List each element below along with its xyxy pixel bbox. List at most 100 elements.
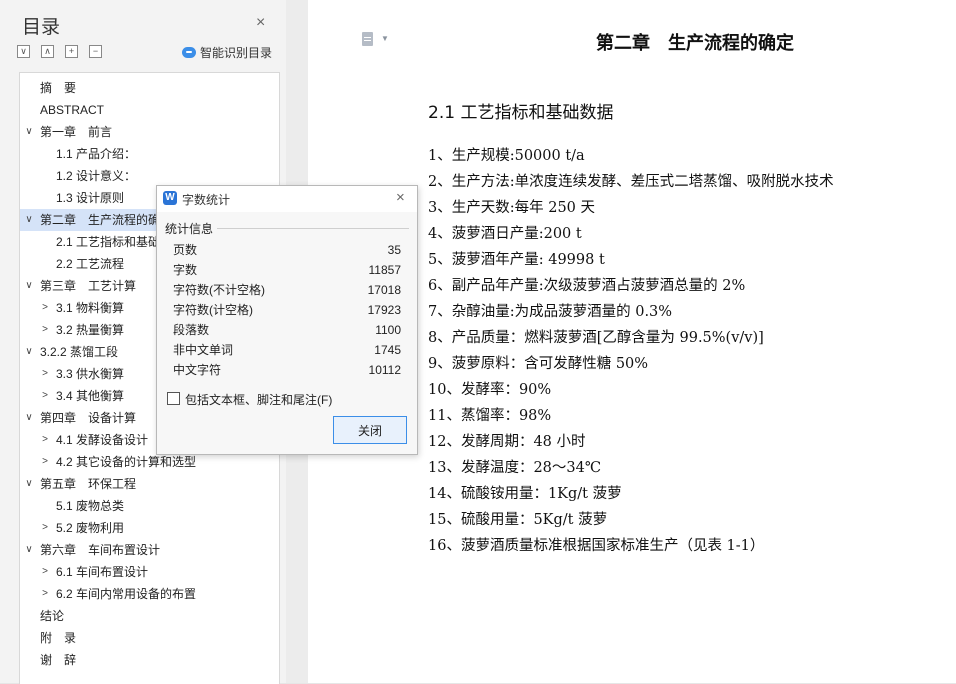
close-button[interactable]: 关闭 (333, 416, 407, 444)
chevron-right-icon[interactable]: > (40, 385, 50, 407)
document-line: 8、产品质量：燃料菠萝酒[乙醇含量为 99.5%(v/v)] (428, 330, 764, 346)
toc-item-label: 1.1 产品介绍： (56, 147, 137, 161)
toc-item-label: 3.1 物料衡算 (56, 301, 125, 315)
document-line: 12、发酵周期：48 小时 (428, 434, 586, 450)
toc-item-label: 第五章 环保工程 (40, 477, 137, 491)
smart-toc-label: 智能识别目录 (200, 46, 273, 60)
chevron-down-icon[interactable]: ∨ (24, 341, 34, 363)
include-textbox-checkbox[interactable] (167, 392, 180, 405)
document-line: 6、副产品年产量:次级菠萝酒占菠萝酒总量的 2% (428, 278, 746, 294)
toc-item-label: 3.2 热量衡算 (56, 323, 125, 337)
smart-toc-button[interactable]: 智能识别目录 (182, 44, 272, 61)
stat-value: 11857 (368, 263, 401, 277)
chevron-right-icon[interactable]: > (40, 583, 50, 605)
toc-item[interactable]: 附 录 (20, 627, 279, 649)
toc-item-label: 3.3 供水衡算 (56, 367, 125, 381)
expand-all-icon[interactable]: ∨ (17, 45, 30, 58)
document-line: 10、发酵率：90% (428, 382, 552, 398)
chevron-down-icon[interactable]: ∨ (24, 209, 34, 231)
chevron-down-icon[interactable]: ∨ (24, 539, 34, 561)
toc-item[interactable]: ∨ 第五章 环保工程 (20, 473, 279, 495)
stat-value: 35 (387, 243, 401, 257)
chapter-title: 第二章 生产流程的确定 (596, 33, 794, 54)
document-line: 13、发酵温度：28～34℃ (428, 460, 602, 476)
toc-item-label: 第六章 车间布置设计 (40, 543, 161, 557)
toc-item-label: 谢 辞 (40, 653, 77, 667)
document-line: 14、硫酸铵用量：1Kg/t 菠萝 (428, 486, 622, 502)
toc-item[interactable]: 摘 要 (20, 77, 279, 99)
toc-item-label: 6.1 车间布置设计 (56, 565, 149, 579)
chevron-right-icon[interactable]: > (40, 561, 50, 583)
chevron-down-icon[interactable]: ∨ (24, 473, 34, 495)
sidebar-title: 目录 (22, 17, 61, 38)
stat-row: 字数 11857 (173, 260, 401, 280)
add-heading-icon[interactable]: + (65, 45, 78, 58)
chevron-down-icon[interactable]: ∨ (24, 275, 34, 297)
document-line: 16、菠萝酒质量标准根据国家标准生产（见表 1-1） (428, 538, 765, 554)
toc-item[interactable]: ∨ 第六章 车间布置设计 (20, 539, 279, 561)
chevron-down-icon[interactable]: ∨ (24, 121, 34, 143)
chevron-right-icon[interactable]: > (40, 429, 50, 451)
toc-item-label: ABSTRACT (40, 103, 105, 117)
stat-label: 字符数(不计空格) (173, 283, 265, 297)
stat-value: 10112 (368, 363, 401, 377)
toc-item[interactable]: >6.1 车间布置设计 (20, 561, 279, 583)
stat-label: 字数 (173, 263, 198, 277)
toc-item-label: 3.4 其他衡算 (56, 389, 125, 403)
word-count-dialog: W 字数统计 × 统计信息 页数 35 字数 11857 字符数(不计空格) 17018 字… (156, 185, 418, 455)
document-line: 5、菠萝酒年产量: 49998 t (428, 252, 605, 268)
include-textbox-label[interactable]: 包括文本框、脚注和尾注(F) (185, 391, 332, 408)
chevron-down-icon[interactable]: ∨ (24, 407, 34, 429)
toc-item[interactable]: 1.2 设计意义： (20, 165, 279, 187)
stat-label: 页数 (173, 243, 198, 257)
document-line: 7、杂醇油量:为成品菠萝酒量的 0.3% (428, 304, 673, 320)
stat-row: 非中文单词 1745 (173, 340, 401, 360)
chevron-right-icon[interactable]: > (40, 363, 50, 385)
remove-heading-icon[interactable]: − (89, 45, 102, 58)
smart-toc-icon (182, 47, 196, 58)
toc-item-label: 5.1 废物总类 (56, 499, 125, 513)
stat-value: 17923 (367, 303, 401, 317)
toc-item-label: 结论 (40, 609, 65, 623)
toc-item[interactable]: ABSTRACT (20, 99, 279, 121)
toc-item[interactable]: >6.2 车间内常用设备的布置 (20, 583, 279, 605)
document-line: 4、菠萝酒日产量:200 t (428, 226, 582, 242)
chevron-down-icon[interactable]: ▼ (381, 34, 389, 43)
toc-item[interactable]: 1.1 产品介绍： (20, 143, 279, 165)
dialog-close-icon[interactable]: × (396, 189, 405, 206)
toc-item-label: 摘 要 (40, 81, 77, 95)
toc-item-label: 3.2.2 蒸馏工段 (40, 345, 119, 359)
dialog-title: 字数统计 (182, 193, 231, 207)
toc-item-label: 1.2 设计意义： (56, 169, 137, 183)
toc-item-label: 第一章 前言 (40, 125, 113, 139)
document-line: 2、生产方法:单浓度连续发酵、差压式二塔蒸馏、吸附脱水技术 (428, 174, 834, 190)
toc-item-label: 2.1 工艺指标和基础 (56, 235, 161, 249)
stat-value: 17018 (367, 283, 401, 297)
toc-item-label: 6.2 车间内常用设备的布置 (56, 587, 197, 601)
stat-value: 1745 (374, 343, 401, 357)
stat-label: 段落数 (173, 323, 210, 337)
wps-logo-icon: W (163, 191, 177, 205)
chevron-right-icon[interactable]: > (40, 319, 50, 341)
stat-row: 页数 35 (173, 240, 401, 260)
sidebar-close-icon[interactable]: × (256, 14, 265, 32)
collapse-all-icon[interactable]: ∧ (41, 45, 54, 58)
toc-item[interactable]: 5.1 废物总类 (20, 495, 279, 517)
stat-row: 字符数(不计空格) 17018 (173, 280, 401, 300)
toc-item[interactable]: 谢 辞 (20, 649, 279, 671)
chevron-right-icon[interactable]: > (40, 297, 50, 319)
toc-item[interactable]: ∨ 第一章 前言 (20, 121, 279, 143)
stat-value: 1100 (375, 323, 401, 337)
stats-group-label: 统计信息 (165, 222, 214, 236)
toc-item[interactable]: 结论 (20, 605, 279, 627)
chevron-right-icon[interactable]: > (40, 517, 50, 539)
chevron-right-icon[interactable]: > (40, 451, 50, 473)
toc-item-label: 附 录 (40, 631, 77, 645)
dialog-titlebar[interactable]: W 字数统计 × (157, 186, 417, 212)
document-icon[interactable] (362, 32, 373, 46)
document-line: 11、蒸馏率：98% (428, 408, 552, 424)
stat-row: 段落数 1100 (173, 320, 401, 340)
toc-item[interactable]: >5.2 废物利用 (20, 517, 279, 539)
toc-item-label: 第二章 生产流程的确 (40, 213, 161, 227)
toc-item-label: 第三章 工艺计算 (40, 279, 137, 293)
